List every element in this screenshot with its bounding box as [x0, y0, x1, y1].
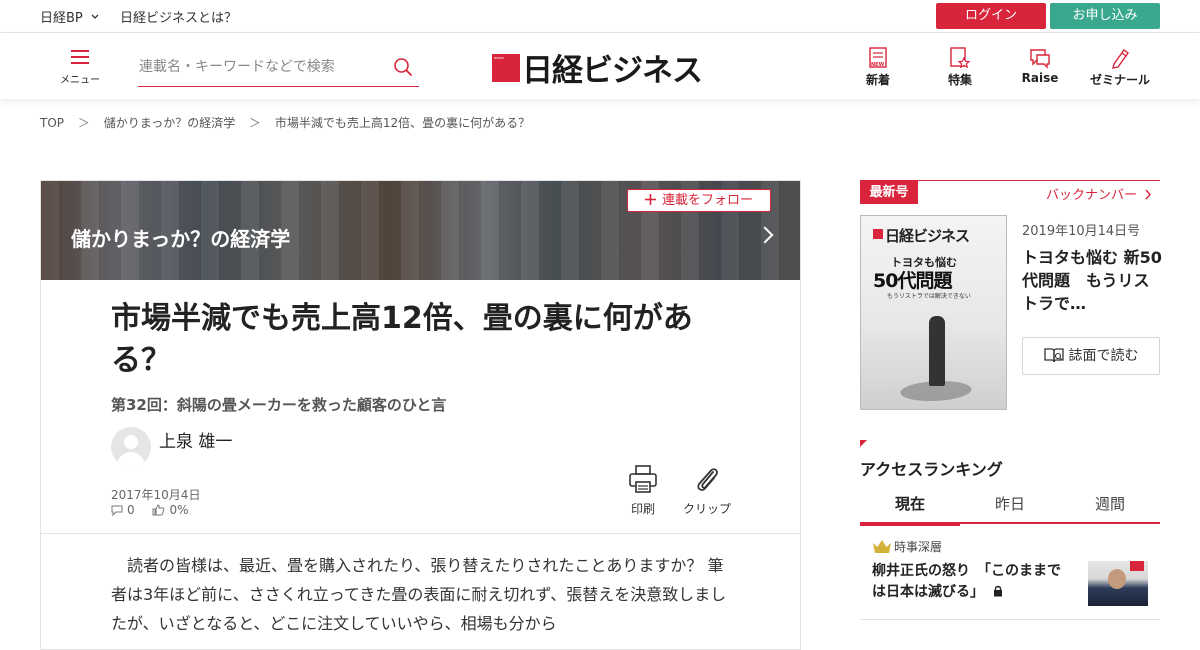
read-magazine-button[interactable]: 誌面で読む: [1022, 337, 1160, 375]
article-body: 読者の皆様は、最近、畳を購入されたり、張り替えたりされたことありますか？ 筆者は…: [111, 556, 727, 633]
backnumber-link[interactable]: バックナンバー: [1046, 184, 1152, 203]
publish-date: 2017年10月4日: [111, 488, 201, 502]
ranking-headline[interactable]: 柳井正氏の怒り 「このままでは日本は滅びる」: [872, 561, 1062, 603]
logo-text: 日経ビジネス: [522, 53, 703, 89]
ranking-headline-text: 柳井正氏の怒り 「このままでは日本は滅びる」: [872, 563, 1061, 600]
series-title[interactable]: 儲かりまっか？の経済学: [71, 223, 290, 252]
ranking-title: アクセスランキング: [860, 460, 1003, 479]
cover-logo-mark: [873, 229, 883, 239]
print-button[interactable]: 印刷: [613, 464, 673, 517]
article-stats: 0 0%: [111, 503, 189, 517]
hamburger-icon: [71, 50, 89, 68]
raise-icon: [1030, 49, 1050, 69]
tab-now[interactable]: 現在: [860, 493, 960, 526]
lock-icon: [993, 585, 1002, 597]
nav-raise[interactable]: Raise: [1010, 47, 1070, 85]
cover-subline: もうリストラでは解決できない: [887, 293, 971, 300]
apply-button[interactable]: お申し込み: [1050, 3, 1160, 29]
tab-weekly[interactable]: 週間: [1060, 493, 1160, 514]
nav-feature[interactable]: 特集: [930, 47, 990, 88]
follow-label: 連載をフォロー: [661, 193, 753, 208]
comment-count: 0: [127, 503, 135, 517]
site-header: メニュー NIKKEI 日経ビジネス NEW 新着 特集 Raise ゼミナール: [0, 33, 1200, 99]
article-title: 市場半減でも売上高12倍、畳の裏に何がある？: [111, 301, 693, 378]
like-icon: [152, 504, 165, 516]
feature-icon: [950, 47, 971, 69]
like-rate: 0%: [169, 503, 189, 517]
brand-link[interactable]: 日経BP: [40, 11, 83, 26]
nav-new[interactable]: NEW 新着: [848, 47, 908, 88]
paperclip-icon: [697, 468, 718, 491]
nav-seminar[interactable]: ゼミナール: [1090, 47, 1150, 88]
new-icon: NEW: [869, 47, 887, 68]
magazine-cover[interactable]: 日経ビジネス トヨタも悩む 50代問題 もうリストラでは解決できない: [860, 215, 1007, 410]
comment-icon: [111, 505, 123, 516]
cover-logo: 日経ビジネス: [885, 227, 970, 245]
search-icon[interactable]: [393, 57, 413, 77]
ranking-item[interactable]: 時事深層 柳井正氏の怒り 「このままでは日本は滅びる」: [860, 530, 1160, 620]
ranking-tabs: 現在 昨日 週間: [860, 484, 1160, 526]
seminar-icon: [1112, 49, 1129, 69]
cover-headline: 50代問題: [873, 270, 952, 292]
clip-button[interactable]: クリップ: [677, 464, 737, 517]
article-subtitle: 第32回：斜陽の畳メーカーを救った顧客のひと言: [111, 396, 447, 414]
nav-raise-label: Raise: [1021, 71, 1059, 85]
follow-series-button[interactable]: 連載をフォロー: [627, 189, 771, 212]
nav-new-label: 新着: [865, 73, 890, 87]
article-card: 儲かりまっか？の経済学 連載をフォロー 市場半減でも売上高12倍、畳の裏に何があ…: [40, 180, 801, 650]
latest-issue-label: 最新号: [860, 181, 918, 204]
ranking-mark: [860, 440, 867, 447]
breadcrumb-separator: ＞: [77, 116, 90, 130]
cover-figure: [929, 316, 945, 386]
logo-mark: NIKKEI: [492, 54, 520, 82]
breadcrumb: TOP ＞ 儲かりまっか？の経済学 ＞ 市場半減でも売上高12倍、畳の裏に何があ…: [40, 114, 540, 131]
article-divider: [41, 533, 800, 534]
clip-label: クリップ: [682, 502, 731, 516]
about-link[interactable]: 日経ビジネスとは？: [120, 7, 237, 26]
chevron-right-icon: [1145, 189, 1152, 200]
menu-button[interactable]: メニュー: [58, 47, 102, 87]
author-avatar[interactable]: [111, 427, 151, 467]
search-box: [138, 53, 419, 87]
ranking-thumbnail[interactable]: [1088, 561, 1148, 606]
nav-seminar-label: ゼミナール: [1090, 73, 1151, 87]
nav-feature-label: 特集: [947, 73, 972, 87]
tab-yesterday[interactable]: 昨日: [960, 493, 1060, 514]
breadcrumb-top[interactable]: TOP: [40, 116, 64, 130]
series-banner[interactable]: 儲かりまっか？の経済学 連載をフォロー: [41, 181, 800, 280]
breadcrumb-series[interactable]: 儲かりまっか？の経済学: [104, 116, 236, 130]
svg-text:NEW: NEW: [871, 62, 885, 68]
search-input[interactable]: [138, 53, 378, 81]
book-icon: [1043, 348, 1064, 363]
issue-title[interactable]: トヨタも悩む 新50代問題 もうリストラで…: [1022, 246, 1164, 315]
ranking-category-label: 時事深層: [894, 540, 943, 554]
print-label: 印刷: [630, 502, 655, 516]
ranking-category: 時事深層: [872, 538, 942, 555]
top-utility-bar: 日経BP 日経ビジネスとは？ ログイン お申し込み: [0, 0, 1200, 33]
read-label: 誌面で読む: [1068, 348, 1139, 364]
plus-icon: [644, 194, 656, 205]
login-button[interactable]: ログイン: [936, 3, 1046, 29]
brand-menu[interactable]: 日経BP: [40, 7, 99, 26]
breadcrumb-current: 市場半減でも売上高12倍、畳の裏に何がある？: [274, 116, 531, 130]
backnumber-label: バックナンバー: [1046, 188, 1138, 203]
printer-icon: [629, 465, 657, 493]
issue-date: 2019年10月14日号: [1022, 224, 1141, 239]
chevron-down-icon: [91, 14, 99, 19]
author-name[interactable]: 上泉 雄一: [159, 427, 232, 452]
breadcrumb-separator: ＞: [249, 116, 262, 130]
crown-icon: [873, 540, 891, 553]
menu-label: メニュー: [60, 75, 100, 86]
